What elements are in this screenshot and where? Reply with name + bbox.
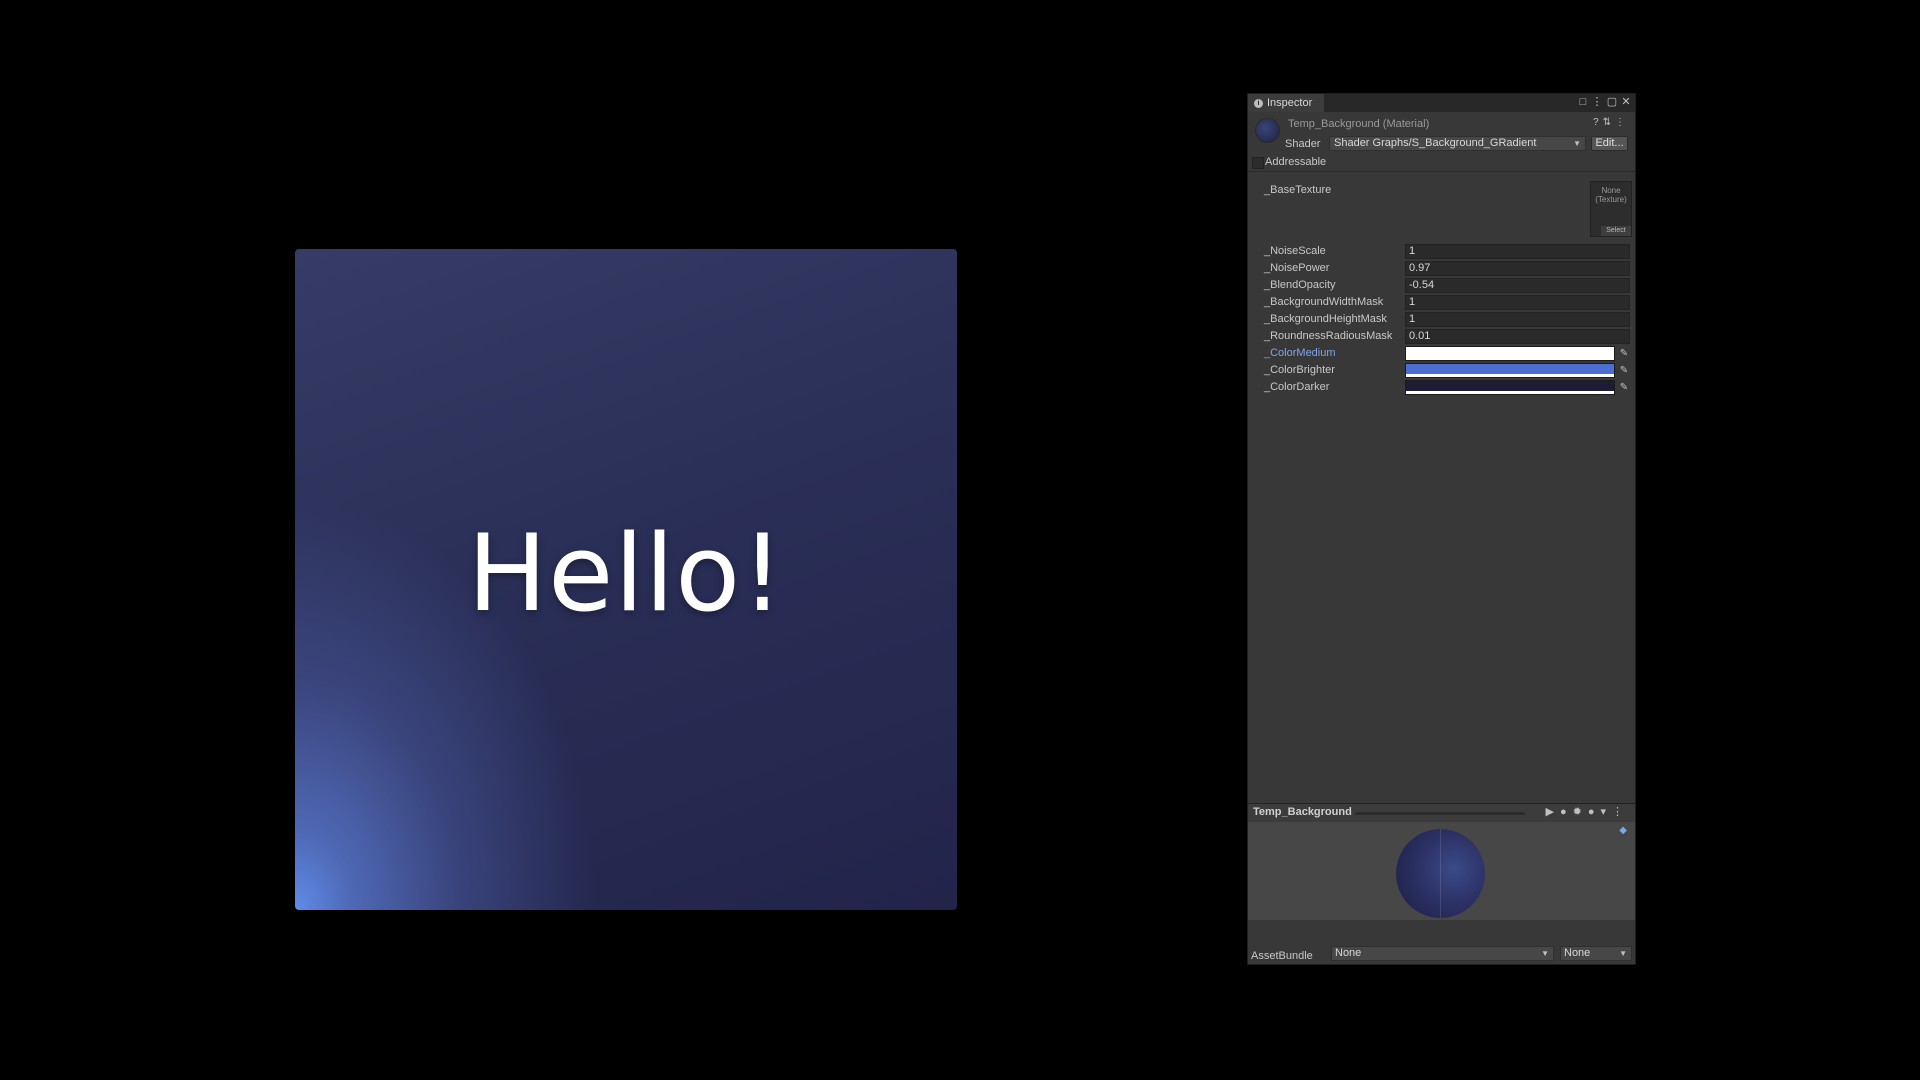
background-sphere-icon[interactable]: ●▾ — [1588, 806, 1612, 818]
color-row: _ColorDarker ✎ — [1264, 380, 1629, 395]
material-title: Temp_Background (Material) — [1288, 118, 1430, 130]
chevron-down-icon: ▼ — [1619, 949, 1627, 958]
kebab-icon[interactable]: ⋮ — [1612, 806, 1629, 818]
sphere-seam — [1440, 829, 1441, 918]
mesh-sphere-icon[interactable]: ● — [1560, 806, 1573, 818]
shader-dropdown-value: Shader Graphs/S_Background_GRadient — [1334, 137, 1537, 149]
close-icon[interactable]: ✕ — [1620, 96, 1632, 109]
property-label: _BlendOpacity — [1264, 279, 1336, 291]
color-row: _ColorBrighter ✎ — [1264, 363, 1629, 378]
property-row: _NoiseScale 1 — [1264, 244, 1630, 259]
texture-slot[interactable]: None (Texture) Select — [1590, 181, 1632, 237]
kebab-icon[interactable]: ⋮ — [1615, 117, 1629, 128]
assetbundle-dropdown[interactable]: None ▼ — [1331, 946, 1554, 961]
color-label: _ColorDarker — [1264, 381, 1330, 393]
eyedropper-icon[interactable]: ✎ — [1618, 346, 1630, 361]
assetbundle-label: AssetBundle — [1251, 950, 1313, 962]
color-swatch[interactable] — [1405, 346, 1615, 361]
preview-toolbar: ▶●✹●▾⋮ — [1545, 805, 1629, 818]
inspector-window: i Inspector □ ⋮ ▢ ✕ Temp_Background (Mat… — [1247, 93, 1636, 965]
property-label: _RoundnessRadiousMask — [1264, 330, 1393, 342]
color-row: _ColorMedium ✎ — [1264, 346, 1629, 361]
property-label: _NoisePower — [1264, 262, 1330, 274]
property-value-field[interactable]: 1 — [1405, 295, 1630, 310]
material-preview-area[interactable]: ◆ — [1248, 822, 1635, 920]
assetbundle-variant-dropdown[interactable]: None ▼ — [1560, 946, 1632, 961]
assetbundle-dropdown-value: None — [1335, 947, 1362, 959]
property-value-field[interactable]: 0.97 — [1405, 261, 1630, 276]
property-row: _NoisePower 0.97 — [1264, 261, 1630, 276]
material-preview-sphere — [1396, 829, 1485, 918]
tab-inspector-label: Inspector — [1267, 97, 1313, 109]
header-icons: ?⇅⋮ — [1593, 117, 1629, 128]
texture-slot-none: None — [1601, 186, 1621, 195]
base-texture-label: _BaseTexture — [1264, 184, 1332, 196]
color-swatch[interactable] — [1405, 380, 1615, 395]
tab-inspector[interactable]: i Inspector — [1248, 94, 1324, 112]
texture-select-button[interactable]: Select — [1601, 226, 1631, 236]
property-value-field[interactable]: 1 — [1405, 312, 1630, 327]
property-label: _BackgroundHeightMask — [1264, 313, 1387, 325]
edit-shader-button[interactable]: Edit... — [1591, 136, 1628, 151]
assetbundle-variant-value: None — [1564, 947, 1591, 959]
divider — [1248, 171, 1635, 172]
property-value-field[interactable]: -0.54 — [1405, 278, 1630, 293]
property-row: _BackgroundHeightMask 1 — [1264, 312, 1630, 327]
chevron-down-icon: ▼ — [1541, 949, 1549, 958]
addressable-label: Addressable — [1265, 156, 1327, 168]
alpha-bar — [1406, 391, 1614, 394]
light-icon[interactable]: ✹ — [1573, 806, 1588, 818]
addressable-checkbox[interactable] — [1252, 157, 1264, 169]
help-icon[interactable]: ? — [1593, 117, 1603, 128]
property-label: _NoiseScale — [1264, 245, 1326, 257]
info-icon: i — [1254, 98, 1263, 108]
shader-dropdown[interactable]: Shader Graphs/S_Background_GRadient ▼ — [1329, 136, 1586, 151]
color-label: _ColorMedium — [1264, 347, 1336, 359]
material-preview-header: Temp_Background ▶●✹●▾⋮ — [1248, 803, 1635, 823]
property-value-field[interactable]: 0.01 — [1405, 329, 1630, 344]
settings-icon[interactable]: ⇅ — [1603, 117, 1615, 128]
maximize-icon[interactable]: ▢ — [1606, 96, 1618, 109]
more-vertical-icon[interactable]: ⋮ — [1591, 96, 1603, 109]
lock-icon[interactable]: □ — [1577, 96, 1589, 109]
game-preview-panel: Hello! — [295, 249, 957, 910]
property-label: _BackgroundWidthMask — [1264, 296, 1384, 308]
property-row: _RoundnessRadiousMask 0.01 — [1264, 329, 1630, 344]
material-preview-title: Temp_Background — [1253, 806, 1352, 818]
eyedropper-icon[interactable]: ✎ — [1618, 363, 1630, 378]
alpha-bar — [1406, 357, 1614, 360]
preview-slider[interactable] — [1355, 812, 1525, 815]
inspector-tabbar: i Inspector □ ⋮ ▢ ✕ — [1248, 94, 1635, 112]
label-tag-icon[interactable]: ◆ — [1619, 825, 1627, 836]
hello-text: Hello! — [467, 512, 785, 635]
color-swatch[interactable] — [1405, 363, 1615, 378]
texture-slot-type: (Texture) — [1595, 195, 1627, 204]
material-sphere-icon — [1255, 118, 1280, 143]
property-row: _BlendOpacity -0.54 — [1264, 278, 1630, 293]
property-value-field[interactable]: 1 — [1405, 244, 1630, 259]
play-icon[interactable]: ▶ — [1545, 806, 1559, 818]
property-row: _BackgroundWidthMask 1 — [1264, 295, 1630, 310]
chevron-down-icon: ▼ — [1573, 139, 1581, 148]
shader-label: Shader — [1285, 138, 1321, 150]
eyedropper-icon[interactable]: ✎ — [1618, 380, 1630, 395]
color-label: _ColorBrighter — [1264, 364, 1335, 376]
alpha-bar — [1406, 374, 1614, 377]
